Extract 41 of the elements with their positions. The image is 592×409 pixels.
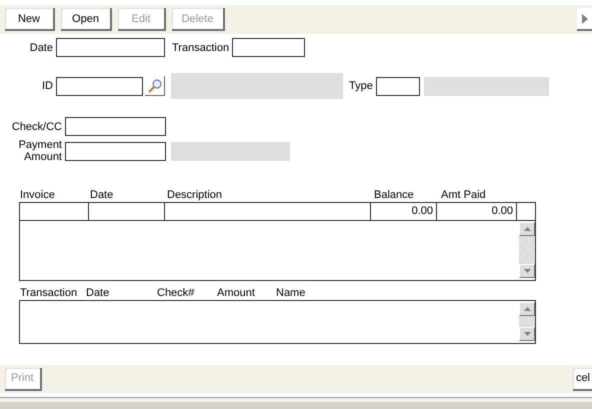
scroll-down-button[interactable]: [519, 327, 535, 341]
scroll-up-button[interactable]: [519, 302, 535, 316]
scrollbar[interactable]: [519, 302, 535, 341]
transaction-field[interactable]: [232, 38, 306, 57]
column-header: Description: [166, 189, 224, 202]
column-header: Invoice: [19, 189, 56, 202]
field-label: Check/CC: [10, 120, 63, 132]
toolbar-button[interactable]: Open: [61, 8, 112, 31]
column-header: Name: [275, 287, 306, 300]
id-field[interactable]: [56, 76, 143, 96]
field-label: Date: [28, 42, 54, 54]
down-arrow-icon: [524, 332, 530, 336]
scroll-up-button[interactable]: [519, 222, 535, 236]
up-arrow-icon: [524, 227, 530, 231]
search-icon: [146, 78, 162, 94]
table-cell[interactable]: 0.00: [437, 203, 517, 220]
column-header: Amt Paid: [440, 189, 487, 202]
column-header: Amount: [216, 287, 256, 300]
toolbar-button[interactable]: New: [5, 8, 55, 31]
field-label: Transaction: [172, 42, 230, 54]
scrollbar[interactable]: [519, 222, 535, 278]
field-label: Type: [349, 80, 374, 92]
footer-button[interactable]: cel: [572, 368, 592, 390]
arrow-button[interactable]: [577, 8, 592, 31]
type-field[interactable]: [376, 76, 420, 96]
column-header: Balance: [373, 189, 415, 202]
payment-amount-field[interactable]: [65, 142, 166, 160]
up-arrow-icon: [524, 307, 530, 311]
column-header: Transaction: [19, 287, 78, 300]
column-header: Check#: [156, 287, 196, 300]
field-label: ID: [41, 80, 54, 92]
column-header: Date: [85, 287, 110, 300]
table-cell[interactable]: 0.00: [371, 203, 437, 220]
check-field[interactable]: [65, 117, 166, 136]
right-arrow-icon: [582, 14, 588, 24]
field-label: Payment Amount: [18, 139, 63, 163]
search-button[interactable]: [145, 76, 165, 96]
date-field[interactable]: [56, 38, 165, 57]
scroll-down-button[interactable]: [519, 264, 535, 278]
down-arrow-icon: [524, 269, 530, 273]
column-header: Date: [89, 189, 114, 202]
